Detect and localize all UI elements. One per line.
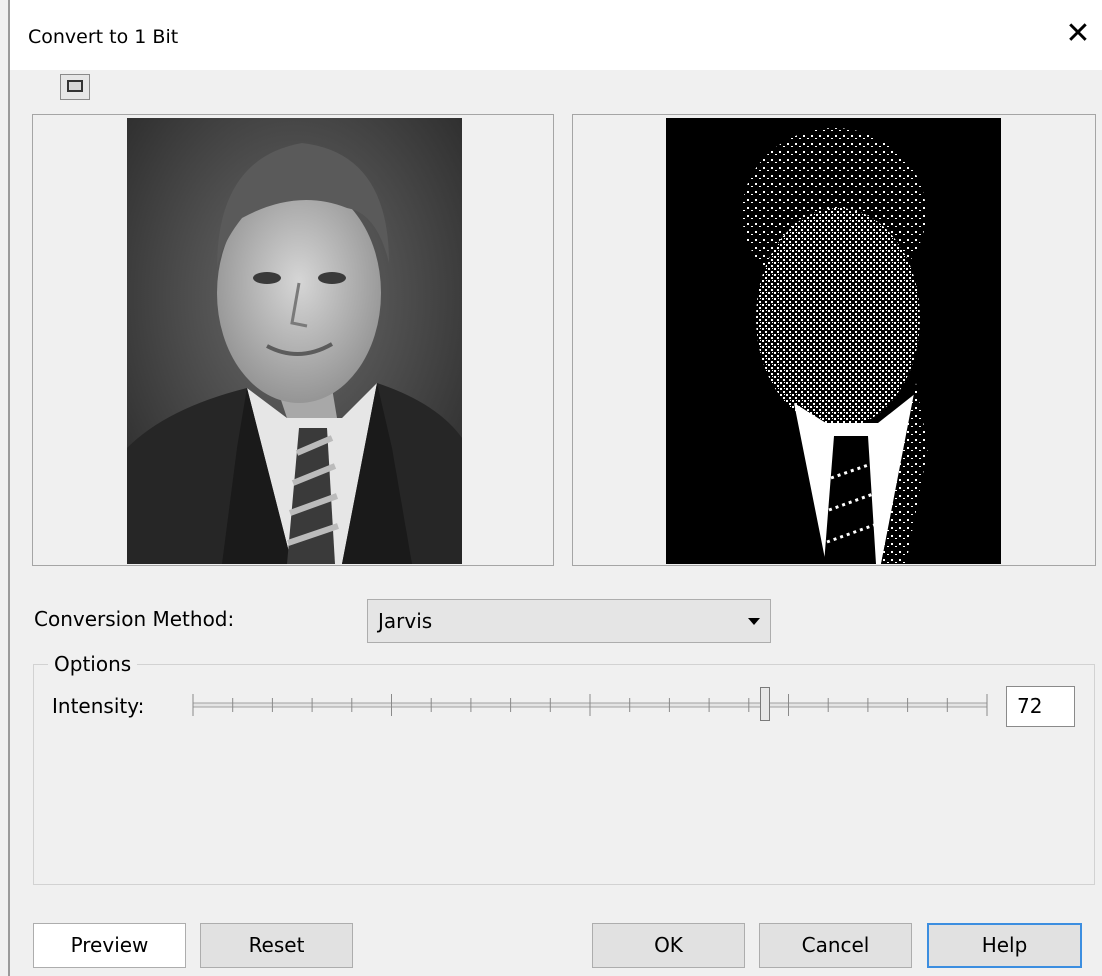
preview-button[interactable]: Preview xyxy=(33,923,186,968)
preview-mode-toggle-button[interactable] xyxy=(60,74,90,100)
intensity-value-field[interactable]: 72 xyxy=(1006,686,1075,727)
chevron-down-icon xyxy=(748,618,760,625)
cancel-button[interactable]: Cancel xyxy=(759,923,912,968)
convert-to-1-bit-dialog: Convert to 1 Bit ✕ Conversion Method: Ja… xyxy=(0,0,1102,976)
original-photo xyxy=(127,118,462,564)
converted-preview-pane[interactable] xyxy=(572,114,1096,566)
intensity-slider-thumb[interactable] xyxy=(759,687,770,721)
close-icon[interactable]: ✕ xyxy=(1054,10,1102,58)
conversion-method-label: Conversion Method: xyxy=(34,607,235,631)
intensity-slider[interactable] xyxy=(192,686,988,726)
conversion-method-value: Jarvis xyxy=(378,609,433,633)
intensity-label: Intensity: xyxy=(52,694,145,718)
window-edge xyxy=(8,0,10,976)
options-legend: Options xyxy=(48,652,138,676)
single-preview-icon xyxy=(67,80,83,92)
title-bar: Convert to 1 Bit ✕ xyxy=(10,0,1102,70)
original-preview-pane[interactable] xyxy=(32,114,554,566)
intensity-slider-track xyxy=(192,694,988,716)
ok-button[interactable]: OK xyxy=(592,923,745,968)
converted-photo xyxy=(666,118,1001,564)
conversion-method-select[interactable]: Jarvis xyxy=(367,599,771,643)
help-button[interactable]: Help xyxy=(927,923,1082,968)
reset-button[interactable]: Reset xyxy=(200,923,353,968)
dialog-title: Convert to 1 Bit xyxy=(28,26,179,48)
